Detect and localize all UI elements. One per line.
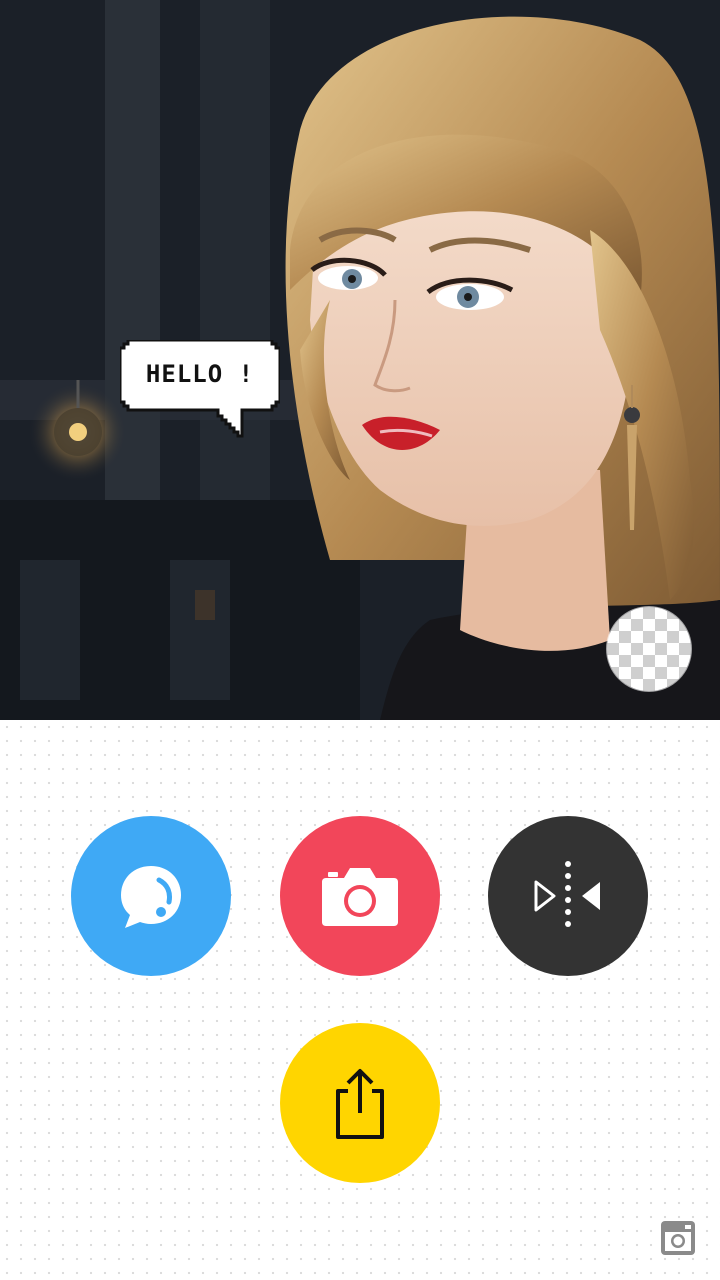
- camera-button[interactable]: [280, 816, 440, 976]
- instagram-icon[interactable]: [660, 1220, 696, 1256]
- transparency-toggle[interactable]: [607, 607, 691, 691]
- pixel-bubble-shape: [120, 340, 280, 438]
- camera-icon: [322, 868, 398, 926]
- sticker-text: HELLO !: [145, 360, 255, 388]
- controls-panel: [0, 720, 720, 1280]
- mirror-flip-button[interactable]: [488, 816, 648, 976]
- photo-canvas[interactable]: HELLO !: [0, 0, 720, 720]
- photo-image: [0, 0, 720, 720]
- share-button[interactable]: [280, 1023, 440, 1183]
- add-sticker-button[interactable]: [71, 816, 231, 976]
- mirror-flip-icon: [534, 861, 600, 927]
- share-icon: [336, 1069, 384, 1139]
- hello-sticker[interactable]: HELLO !: [120, 340, 280, 438]
- instagram-glyph: [661, 1221, 695, 1255]
- speech-bubble-icon: [121, 866, 181, 928]
